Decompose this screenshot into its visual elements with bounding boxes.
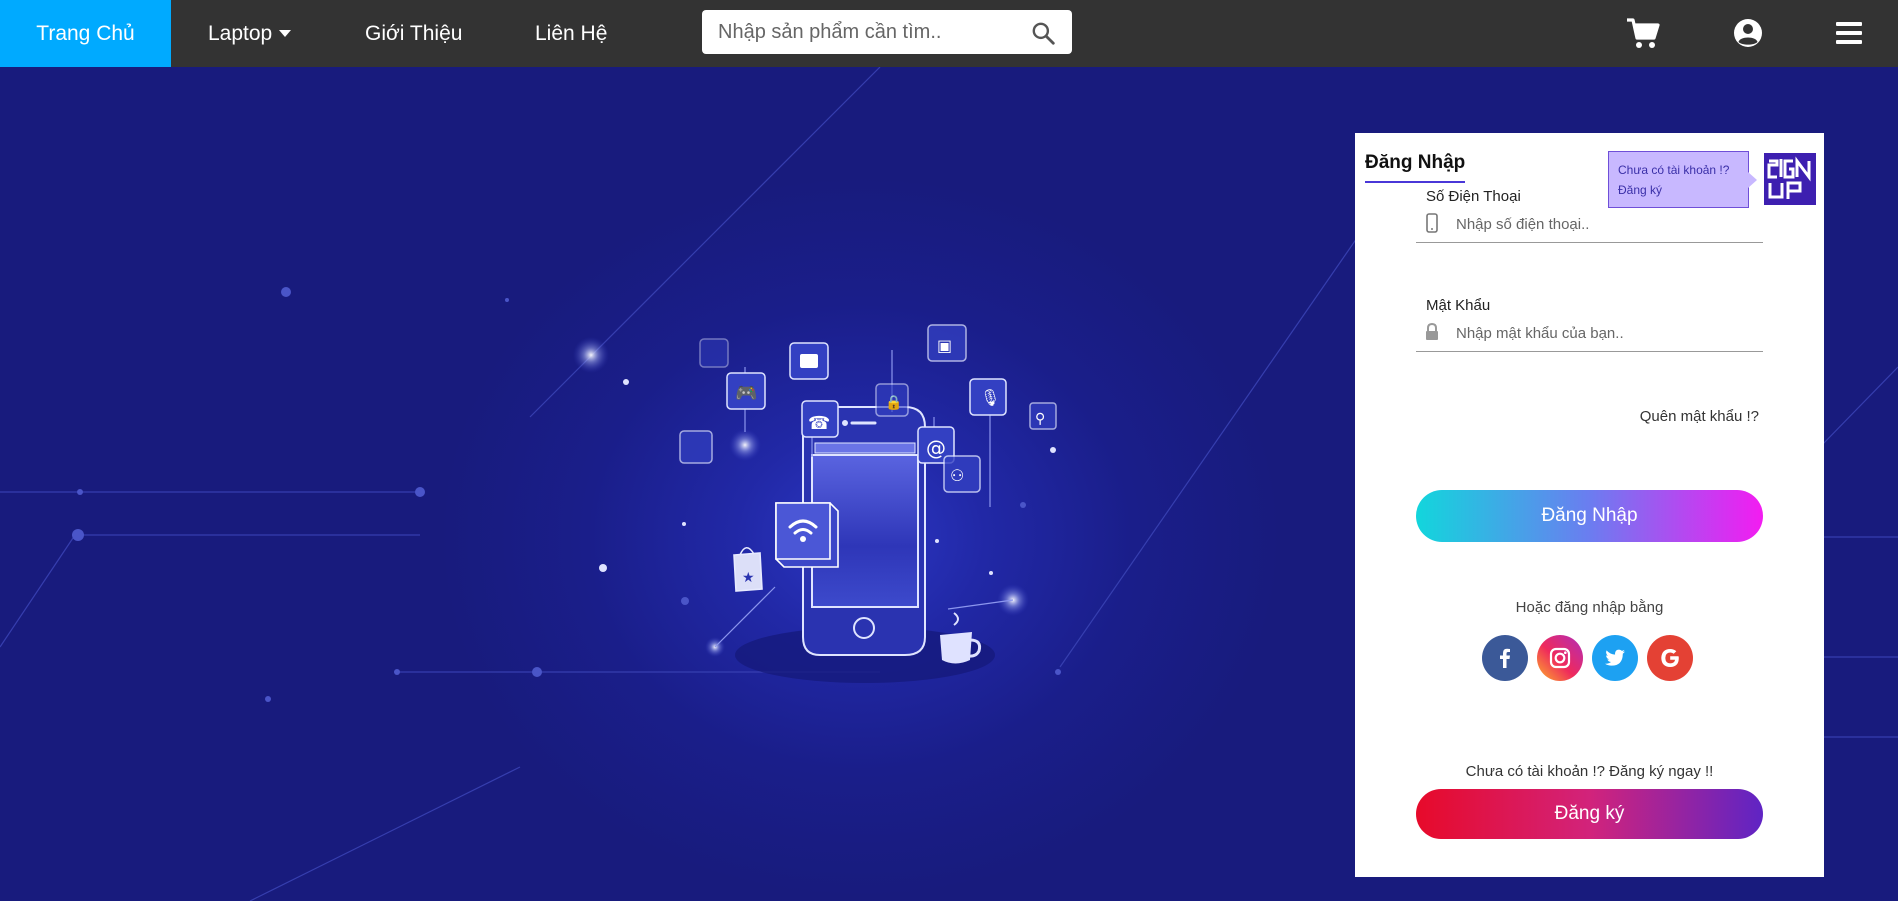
- twitter-login-button[interactable]: [1592, 635, 1638, 681]
- register-button[interactable]: Đăng ký: [1416, 789, 1763, 839]
- cart-icon[interactable]: [1624, 14, 1662, 52]
- password-label: Mật Khẩu: [1426, 297, 1491, 314]
- search-input[interactable]: [718, 10, 1018, 54]
- nav-home-link[interactable]: Trang Chủ: [0, 0, 171, 67]
- svg-text:🎮: 🎮: [735, 383, 757, 404]
- phone-field: [1416, 207, 1763, 243]
- login-title: Đăng Nhập: [1365, 152, 1466, 183]
- top-navbar: Trang Chủ Laptop Giới Thiệu Liên Hệ: [0, 0, 1898, 67]
- svg-text:@: @: [926, 436, 946, 460]
- svg-text:▣: ▣: [937, 336, 952, 355]
- login-button[interactable]: Đăng Nhập: [1416, 490, 1763, 542]
- svg-text:🔒: 🔒: [885, 395, 902, 411]
- signup-tooltip[interactable]: Chưa có tài khoản !? Đăng ký: [1608, 151, 1757, 208]
- svg-text:⚇: ⚇: [950, 466, 964, 485]
- hamburger-menu-icon[interactable]: [1830, 14, 1868, 52]
- mobile-phone-icon: [1426, 213, 1438, 233]
- nav-laptop-dropdown[interactable]: Laptop: [208, 0, 292, 67]
- no-account-text: Chưa có tài khoản !? Đăng ký ngay !!: [1465, 763, 1714, 780]
- caret-down-icon: [279, 30, 292, 37]
- instagram-icon: [1549, 647, 1571, 669]
- google-icon: [1661, 649, 1679, 667]
- google-login-button[interactable]: [1647, 635, 1693, 681]
- facebook-login-button[interactable]: [1482, 635, 1528, 681]
- tooltip-line2: Đăng ký: [1618, 183, 1663, 197]
- phone-input[interactable]: [1456, 211, 1746, 237]
- twitter-icon: [1605, 649, 1625, 666]
- search-icon[interactable]: [1030, 20, 1056, 46]
- svg-text:☎: ☎: [808, 413, 830, 434]
- svg-text:★: ★: [742, 570, 755, 586]
- or-login-with-text: Hoặc đăng nhập bằng: [1515, 599, 1664, 616]
- signup-logo-icon[interactable]: [1764, 153, 1816, 205]
- svg-text:⚲: ⚲: [1035, 411, 1045, 427]
- facebook-icon: [1500, 648, 1510, 668]
- password-input[interactable]: [1456, 320, 1746, 346]
- search-box: [702, 10, 1072, 54]
- nav-contact-link[interactable]: Liên Hệ: [535, 0, 607, 67]
- forgot-password-link[interactable]: Quên mật khẩu !?: [1640, 408, 1759, 425]
- lock-icon: [1426, 322, 1438, 340]
- nav-about-link[interactable]: Giới Thiệu: [365, 0, 462, 67]
- phone-label: Số Điện Thoại: [1426, 188, 1521, 205]
- svg-text:🎙: 🎙: [980, 388, 1000, 407]
- user-account-icon[interactable]: [1729, 14, 1767, 52]
- nav-laptop-label: Laptop: [208, 21, 273, 45]
- instagram-login-button[interactable]: [1537, 635, 1583, 681]
- login-panel: Đăng Nhập Chưa có tài khoản !? Đăng ký S…: [1355, 133, 1824, 877]
- password-field: [1416, 316, 1763, 352]
- tooltip-line1: Chưa có tài khoản !?: [1618, 163, 1730, 177]
